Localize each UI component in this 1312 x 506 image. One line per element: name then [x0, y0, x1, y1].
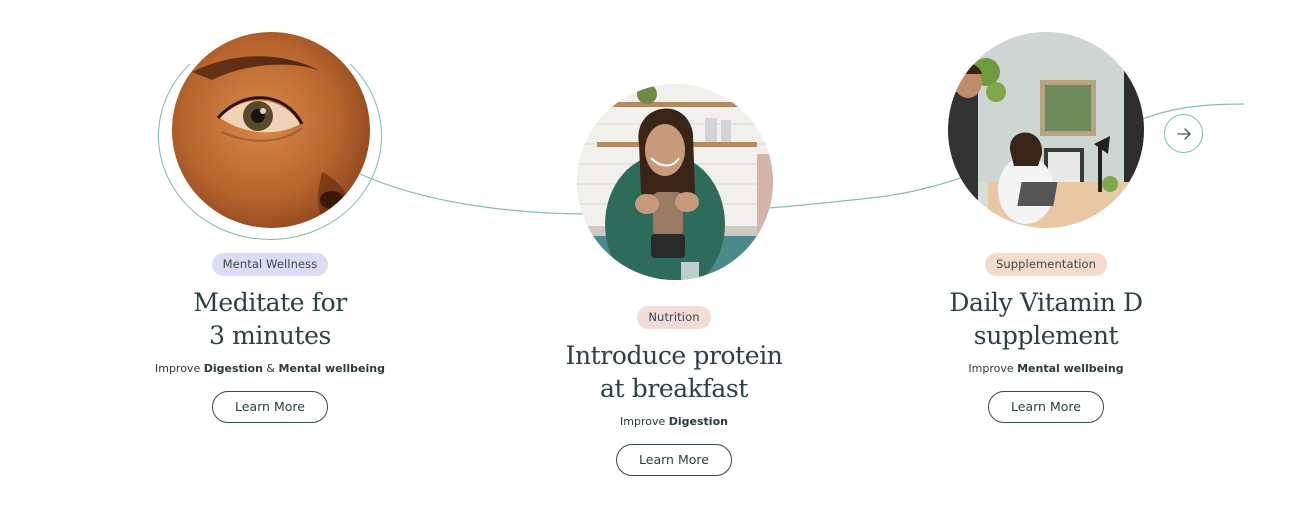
card-mental-wellness: Mental Wellness Meditate for 3 minutes I… [130, 253, 410, 423]
card-title-line: Introduce protein [565, 341, 783, 370]
office-consultation-photo [948, 32, 1144, 228]
improve-label: Improve [154, 362, 201, 375]
benefit-mental-wellbeing: Mental wellbeing [278, 362, 386, 375]
woman-blender-kitchen-photo [577, 84, 773, 280]
carousel: Mental Wellness Meditate for 3 minutes I… [0, 0, 1312, 506]
card-title-line: at breakfast [600, 374, 748, 403]
benefits-text: Improve Digestion & Mental wellbeing [130, 362, 410, 375]
close-up-eye-photo [172, 32, 370, 228]
improve-label: Improve [968, 362, 1014, 375]
learn-more-button[interactable]: Learn More [988, 391, 1104, 423]
benefit-digestion: Digestion [668, 415, 728, 428]
benefit-mental-wellbeing: Mental wellbeing [1017, 362, 1124, 375]
category-badge: Mental Wellness [211, 253, 329, 276]
benefits-text: Improve Mental wellbeing [906, 362, 1186, 375]
learn-more-button[interactable]: Learn More [616, 444, 732, 476]
benefits-text: Improve Digestion [534, 415, 814, 428]
card-title-line: 3 minutes [209, 321, 331, 350]
card-title-line: Daily Vitamin D [949, 288, 1143, 317]
card-title: Daily Vitamin D supplement [906, 286, 1186, 352]
card-title: Introduce protein at breakfast [534, 339, 814, 405]
benefit-joiner: & [266, 362, 275, 375]
card-nutrition: Nutrition Introduce protein at breakfast… [534, 306, 814, 476]
category-badge: Nutrition [637, 306, 711, 329]
improve-label: Improve [620, 415, 666, 428]
card-supplementation: Supplementation Daily Vitamin D suppleme… [906, 253, 1186, 423]
arrow-right-icon [1176, 127, 1191, 140]
category-badge: Supplementation [984, 253, 1108, 276]
card-title-line: Meditate for [193, 288, 347, 317]
learn-more-button[interactable]: Learn More [212, 391, 328, 423]
card-title-line: supplement [973, 321, 1119, 350]
carousel-next-button[interactable] [1164, 114, 1203, 153]
benefit-digestion: Digestion [203, 362, 263, 375]
card-title: Meditate for 3 minutes [130, 286, 410, 352]
